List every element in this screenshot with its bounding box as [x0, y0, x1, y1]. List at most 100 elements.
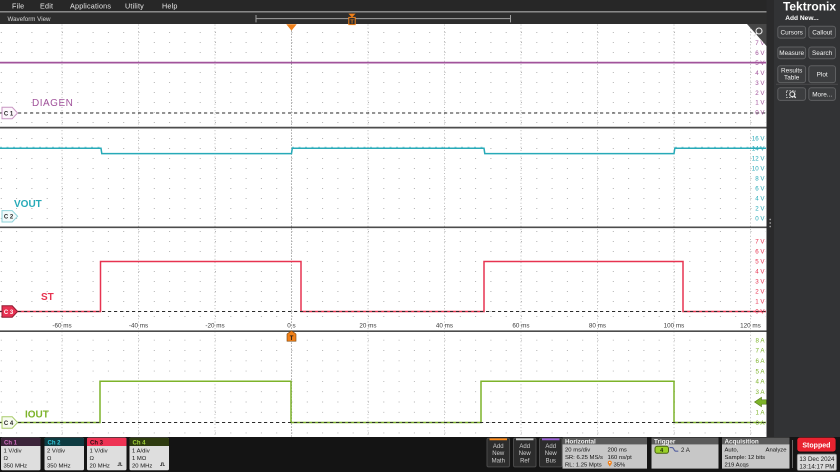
svg-text:Trigger: Trigger — [654, 438, 676, 445]
svg-text:Math: Math — [492, 458, 505, 464]
svg-text:ST: ST — [41, 292, 54, 303]
svg-text:Ω: Ω — [90, 456, 95, 462]
svg-text:4 V: 4 V — [755, 269, 765, 276]
svg-text:6 V: 6 V — [755, 186, 765, 193]
svg-text:5 V: 5 V — [755, 60, 765, 67]
svg-text:Ch 3: Ch 3 — [90, 440, 104, 446]
svg-text:35%: 35% — [614, 462, 627, 468]
svg-text:4 V: 4 V — [755, 70, 765, 77]
svg-text:Add: Add — [545, 444, 556, 450]
svg-text:-60 ms: -60 ms — [52, 323, 71, 330]
svg-text:6 V: 6 V — [755, 249, 765, 256]
svg-text:Ref: Ref — [520, 458, 530, 464]
svg-text:Cursors: Cursors — [781, 30, 803, 37]
svg-text:Callout: Callout — [812, 30, 832, 37]
svg-text:Horizontal: Horizontal — [565, 438, 596, 445]
svg-text:20 MHz: 20 MHz — [90, 463, 110, 469]
svg-text:SR: 6.25 MS/s: SR: 6.25 MS/s — [565, 455, 603, 461]
svg-text:8 V: 8 V — [755, 176, 765, 183]
svg-text:C 4: C 4 — [4, 421, 14, 427]
svg-text:13 Dec 2024: 13 Dec 2024 — [799, 456, 835, 463]
svg-text:Sample: 12 bits: Sample: 12 bits — [725, 455, 766, 461]
svg-text:10 V: 10 V — [752, 166, 766, 173]
svg-text:Ch 4: Ch 4 — [133, 440, 147, 446]
svg-text:1 V: 1 V — [755, 100, 765, 107]
svg-text:Tektronix: Tektronix — [783, 0, 836, 13]
svg-text:1 A: 1 A — [756, 410, 766, 417]
svg-text:2 V: 2 V — [755, 289, 765, 296]
svg-text:1 V/div: 1 V/div — [4, 449, 22, 455]
svg-text:0 s: 0 s — [287, 323, 295, 330]
svg-text:3 A: 3 A — [756, 389, 766, 396]
svg-text:2 V: 2 V — [755, 206, 765, 213]
svg-text:Bus: Bus — [546, 458, 556, 464]
svg-text:C 1: C 1 — [4, 111, 14, 117]
svg-text:14 V: 14 V — [752, 146, 766, 153]
svg-text:2 V: 2 V — [755, 90, 765, 97]
svg-text:Utility: Utility — [125, 1, 144, 10]
svg-text:Ω: Ω — [4, 456, 9, 462]
svg-text:5 V: 5 V — [755, 259, 765, 266]
svg-text:Measure: Measure — [779, 50, 804, 57]
svg-text:4 V: 4 V — [755, 196, 765, 203]
svg-text:60 ms: 60 ms — [512, 323, 529, 330]
svg-text:Plot: Plot — [817, 72, 828, 79]
svg-text:Add: Add — [493, 444, 504, 450]
svg-text:Add: Add — [519, 444, 530, 450]
svg-text:Auto,: Auto, — [725, 447, 739, 453]
svg-text:More...: More... — [812, 91, 832, 98]
svg-text:7 V: 7 V — [755, 239, 765, 246]
svg-text:DIAGEN: DIAGEN — [32, 98, 73, 109]
svg-text:1 MΩ: 1 MΩ — [132, 456, 147, 462]
svg-text:2 A: 2 A — [681, 447, 691, 454]
svg-text:C 2: C 2 — [4, 215, 14, 221]
svg-text:Edit: Edit — [40, 1, 53, 10]
svg-text:40 ms: 40 ms — [436, 323, 453, 330]
svg-text:Search: Search — [812, 50, 833, 57]
svg-text:8 A: 8 A — [756, 337, 766, 344]
svg-text:Applications: Applications — [70, 1, 111, 10]
svg-text:Ch 2: Ch 2 — [48, 440, 62, 446]
svg-text:3 V: 3 V — [755, 80, 765, 87]
svg-text:Results: Results — [781, 67, 802, 74]
svg-text:0 A: 0 A — [756, 420, 766, 427]
svg-text:-40 ms: -40 ms — [129, 323, 148, 330]
svg-text:6 V: 6 V — [755, 50, 765, 57]
svg-text:20 MHz: 20 MHz — [132, 463, 152, 469]
svg-text:350 MHz: 350 MHz — [47, 463, 71, 469]
svg-text:Table: Table — [784, 75, 800, 82]
svg-text:Ch 1: Ch 1 — [4, 440, 18, 446]
svg-text:120 ms: 120 ms — [740, 323, 761, 330]
svg-text:Analyze: Analyze — [766, 447, 788, 453]
svg-text:IOUT: IOUT — [25, 410, 49, 421]
svg-text:File: File — [12, 1, 24, 10]
svg-text:4 A: 4 A — [756, 379, 766, 386]
svg-text:Help: Help — [162, 1, 178, 10]
svg-text:16 V: 16 V — [752, 136, 766, 143]
svg-text:-20 ms: -20 ms — [205, 323, 224, 330]
svg-text:219 Acqs: 219 Acqs — [725, 462, 749, 468]
svg-text:New: New — [519, 451, 532, 457]
svg-text:Add New...: Add New... — [785, 15, 819, 22]
svg-text:1 V: 1 V — [755, 299, 765, 306]
svg-text:80 ms: 80 ms — [589, 323, 606, 330]
svg-text:160 ns/pt: 160 ns/pt — [608, 455, 633, 461]
svg-text:350 MHz: 350 MHz — [4, 463, 28, 469]
svg-text:13:14:17 PM: 13:14:17 PM — [799, 463, 834, 470]
svg-text:New: New — [492, 451, 505, 457]
svg-text:0 V: 0 V — [755, 309, 765, 316]
svg-text:5 A: 5 A — [756, 368, 766, 375]
svg-text:12 V: 12 V — [752, 156, 766, 163]
svg-text:Waveform View: Waveform View — [8, 16, 52, 23]
svg-text:2 V/div: 2 V/div — [47, 449, 65, 455]
svg-text:T: T — [290, 336, 294, 342]
svg-text:Ω: Ω — [47, 456, 52, 462]
svg-text:0 V: 0 V — [755, 110, 765, 117]
svg-text:RL: 1.25 Mpts: RL: 1.25 Mpts — [565, 462, 602, 468]
svg-text:100 ms: 100 ms — [664, 323, 685, 330]
svg-text:7 A: 7 A — [756, 348, 766, 355]
svg-text:New: New — [545, 451, 558, 457]
svg-text:20 ms: 20 ms — [359, 323, 376, 330]
svg-text:20 ms/div: 20 ms/div — [565, 447, 590, 453]
svg-text:3 V: 3 V — [755, 279, 765, 286]
